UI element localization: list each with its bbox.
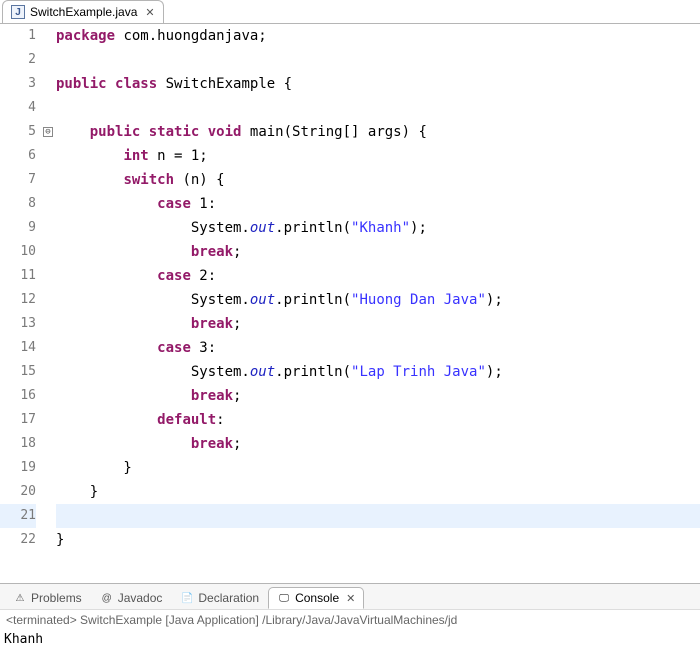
line-number: 4 [0,96,36,120]
line-number: 10 [0,240,36,264]
view-tab-console[interactable]: 🖵 Console ✕ [268,587,364,609]
line-number: 11 [0,264,36,288]
java-file-icon: J [11,5,25,19]
code-line[interactable]: default: [56,408,700,432]
code-line[interactable]: } [56,456,700,480]
code-line[interactable]: break; [56,432,700,456]
line-number: 2 [0,48,36,72]
line-number: 6 [0,144,36,168]
code-line[interactable]: switch (n) { [56,168,700,192]
code-line[interactable]: case 3: [56,336,700,360]
problems-icon: ⚠ [13,591,27,605]
javadoc-icon: @ [100,591,114,605]
code-line[interactable] [56,504,700,528]
console-icon: 🖵 [277,591,291,605]
code-line[interactable]: System.out.println("Lap Trinh Java"); [56,360,700,384]
line-number: 3 [0,72,36,96]
fold-toggle-icon[interactable]: ⊖ [43,127,53,137]
code-line[interactable] [56,96,700,120]
code-line[interactable]: case 2: [56,264,700,288]
line-number-gutter: 12345678910111213141516171819202122 [0,24,42,583]
code-content[interactable]: package com.huongdanjava; public class Sw… [56,24,700,583]
code-line[interactable]: package com.huongdanjava; [56,24,700,48]
view-tab-label: Console [295,591,339,605]
console-status: <terminated> SwitchExample [Java Applica… [0,609,700,630]
code-line[interactable]: case 1: [56,192,700,216]
console-output: Khanh [0,630,700,649]
line-number: 14 [0,336,36,360]
line-number: 8 [0,192,36,216]
declaration-icon: 📄 [180,591,194,605]
code-line[interactable]: public static void main(String[] args) { [56,120,700,144]
line-number: 18 [0,432,36,456]
code-line[interactable]: break; [56,312,700,336]
line-number: 7 [0,168,36,192]
fold-strip: ⊖ [42,24,56,583]
view-tab-label: Declaration [198,591,259,605]
code-line[interactable]: int n = 1; [56,144,700,168]
code-line[interactable]: } [56,480,700,504]
view-tab-problems[interactable]: ⚠ Problems [4,587,91,609]
view-tab-javadoc[interactable]: @ Javadoc [91,587,172,609]
code-line[interactable]: } [56,528,700,552]
code-line[interactable]: public class SwitchExample { [56,72,700,96]
editor-tab-filename: SwitchExample.java [30,5,137,19]
bottom-views-tabbar: ⚠ Problems @ Javadoc 📄 Declaration 🖵 Console ✕ [0,583,700,609]
code-editor[interactable]: 12345678910111213141516171819202122 ⊖ pa… [0,23,700,583]
line-number: 16 [0,384,36,408]
line-number: 22 [0,528,36,552]
line-number: 9 [0,216,36,240]
line-number: 13 [0,312,36,336]
view-tab-label: Problems [31,591,82,605]
editor-tab[interactable]: J SwitchExample.java ✕ [2,0,164,23]
line-number: 15 [0,360,36,384]
line-number: 12 [0,288,36,312]
code-line[interactable]: break; [56,240,700,264]
line-number: 20 [0,480,36,504]
line-number: 21 [0,504,36,528]
line-number: 5 [0,120,36,144]
code-line[interactable] [56,48,700,72]
code-line[interactable]: System.out.println("Huong Dan Java"); [56,288,700,312]
line-number: 19 [0,456,36,480]
code-line[interactable]: System.out.println("Khanh"); [56,216,700,240]
close-icon[interactable]: ✕ [346,592,355,605]
code-line[interactable]: break; [56,384,700,408]
view-tab-label: Javadoc [118,591,163,605]
view-tab-declaration[interactable]: 📄 Declaration [171,587,268,609]
line-number: 17 [0,408,36,432]
line-number: 1 [0,24,36,48]
close-icon[interactable]: ✕ [145,6,154,19]
